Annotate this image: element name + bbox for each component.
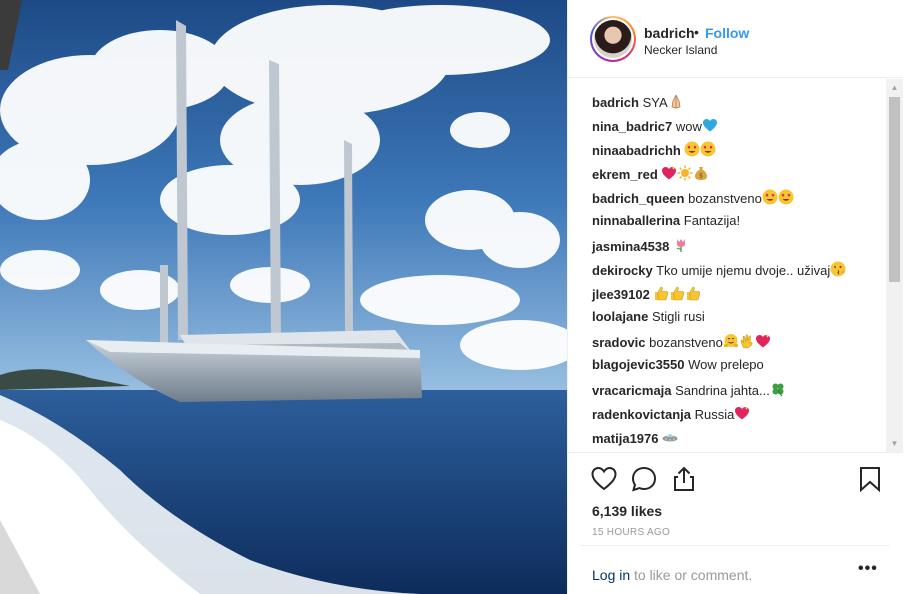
speech-bubble-icon[interactable] bbox=[630, 465, 658, 493]
separator-dot: • bbox=[694, 24, 699, 40]
comment-item: nina_badric7 wow bbox=[592, 117, 718, 134]
comment-username[interactable]: ninaabadrichh bbox=[592, 143, 681, 158]
svg-text:$: $ bbox=[699, 173, 703, 180]
heart-outline-icon[interactable] bbox=[590, 465, 618, 493]
sparkling-heart-emoji bbox=[735, 406, 750, 420]
post-photo[interactable] bbox=[0, 0, 567, 594]
post-header: badrich • Follow Necker Island bbox=[568, 0, 903, 78]
yacht-photo-image bbox=[0, 0, 567, 594]
comment-username[interactable]: matija1976 bbox=[592, 431, 659, 446]
comment-text: Stigli rusi bbox=[651, 309, 705, 324]
likes-count[interactable]: 6,139 likes bbox=[592, 503, 662, 519]
comment-item: dekirocky Tko umije njemu dvoje.. uživaj bbox=[592, 261, 846, 278]
folded-hands-emoji bbox=[671, 94, 681, 109]
comment-username[interactable]: badrich bbox=[592, 95, 639, 110]
avatar[interactable] bbox=[590, 16, 636, 62]
comment-item: radenkovictanja Russia bbox=[592, 405, 750, 422]
heart-eyes-emoji bbox=[778, 189, 794, 205]
ufo-emoji bbox=[662, 433, 678, 442]
blue-heart-emoji bbox=[702, 119, 717, 132]
avatar-frame bbox=[592, 18, 634, 60]
comment-username[interactable]: ekrem_red bbox=[592, 167, 658, 182]
comment-item: blagojevic3550 Wow prelepo bbox=[592, 357, 764, 372]
follow-button[interactable]: Follow bbox=[705, 25, 749, 41]
comment-text: SYA bbox=[642, 95, 668, 110]
comment-item: ninnaballerina Fantazija! bbox=[592, 213, 740, 228]
comment-item: badrich_queen bozanstveno bbox=[592, 189, 794, 206]
comment-text: Wow prelepo bbox=[688, 357, 764, 372]
comment-username[interactable]: nina_badric7 bbox=[592, 119, 672, 134]
heart-eyes-emoji bbox=[700, 141, 716, 157]
comment-username[interactable]: ninnaballerina bbox=[592, 213, 680, 228]
money-bag-emoji: $ bbox=[695, 167, 708, 180]
heart-eyes-emoji bbox=[684, 141, 700, 157]
sun-emoji bbox=[677, 165, 693, 181]
thumbs-up-emoji bbox=[655, 286, 669, 301]
scrollbar-thumb[interactable] bbox=[889, 97, 900, 282]
bookmark-icon[interactable] bbox=[856, 465, 884, 493]
comment-item: vracaricmaja Sandrina jahta... bbox=[592, 381, 786, 398]
comment-text: Sandrina jahta... bbox=[675, 383, 770, 398]
comment-username[interactable]: jlee39102 bbox=[592, 287, 650, 302]
comments-scrollbar[interactable]: ▲ ▼ bbox=[886, 79, 903, 452]
scroll-up-arrow-icon[interactable]: ▲ bbox=[886, 79, 903, 96]
login-prompt-text: to like or comment. bbox=[634, 567, 753, 583]
comment-username[interactable]: jasmina4538 bbox=[592, 239, 669, 254]
comment-item: ninaabadrichh bbox=[592, 141, 716, 158]
comment-text: bozanstveno bbox=[688, 191, 762, 206]
login-link[interactable]: Log in bbox=[592, 567, 630, 583]
comment-text: Fantazija! bbox=[683, 213, 741, 228]
hug-emoji bbox=[723, 334, 739, 348]
comment-text: bozanstveno bbox=[649, 335, 723, 350]
comment-item: sradovic bozanstveno bbox=[592, 333, 771, 350]
comment-text: Tko umije njemu dvoje.. uživaj bbox=[656, 263, 831, 278]
comment-item: jasmina4538 bbox=[592, 237, 689, 254]
comment-text: wow bbox=[675, 119, 702, 134]
comment-username[interactable]: badrich_queen bbox=[592, 191, 684, 206]
comment-item: ekrem_red $ bbox=[592, 165, 709, 182]
kiss-wink-emoji bbox=[830, 261, 846, 277]
tulip-emoji bbox=[676, 239, 685, 252]
comment-item: badrich SYA bbox=[592, 93, 684, 110]
four-leaf-clover-emoji bbox=[772, 383, 784, 397]
comment-username[interactable]: dekirocky bbox=[592, 263, 653, 278]
sparkling-heart-emoji bbox=[662, 166, 677, 180]
scroll-down-arrow-icon[interactable]: ▼ bbox=[886, 435, 903, 452]
comment-username[interactable]: vracaricmaja bbox=[592, 383, 672, 398]
comment-username[interactable]: loolajane bbox=[592, 309, 648, 324]
thumbs-up-emoji bbox=[671, 286, 685, 301]
heart-eyes-emoji bbox=[762, 189, 778, 205]
sparkling-heart-emoji bbox=[755, 334, 770, 348]
comment-username[interactable]: radenkovictanja bbox=[592, 407, 691, 422]
comment-item: loolajane Stigli rusi bbox=[592, 309, 705, 324]
comment-item: matija1976 bbox=[592, 429, 678, 446]
post-side-panel: badrich • Follow Necker Island badrich S… bbox=[567, 0, 907, 594]
actions-section: 6,139 likes 15 HOURS AGO Log in to like … bbox=[568, 452, 903, 594]
comment-username[interactable]: blagojevic3550 bbox=[592, 357, 685, 372]
location-link[interactable]: Necker Island bbox=[644, 43, 717, 57]
share-upload-icon[interactable] bbox=[670, 465, 698, 493]
login-bar: Log in to like or comment. ••• bbox=[580, 545, 890, 594]
post-author-username[interactable]: badrich bbox=[644, 25, 695, 41]
comment-text: Russia bbox=[694, 407, 735, 422]
comment-item: jlee39102 bbox=[592, 285, 701, 302]
avatar-image bbox=[594, 20, 632, 58]
comments-list[interactable]: badrich SYA nina_badric7 wow ninaabadrichh… bbox=[568, 79, 888, 452]
clap-emoji bbox=[740, 334, 753, 349]
more-options-icon[interactable]: ••• bbox=[858, 560, 878, 578]
thumbs-up-emoji bbox=[687, 286, 701, 301]
post-timestamp[interactable]: 15 HOURS AGO bbox=[592, 527, 670, 538]
comment-username[interactable]: sradovic bbox=[592, 335, 645, 350]
instagram-post: badrich • Follow Necker Island badrich S… bbox=[0, 0, 907, 594]
